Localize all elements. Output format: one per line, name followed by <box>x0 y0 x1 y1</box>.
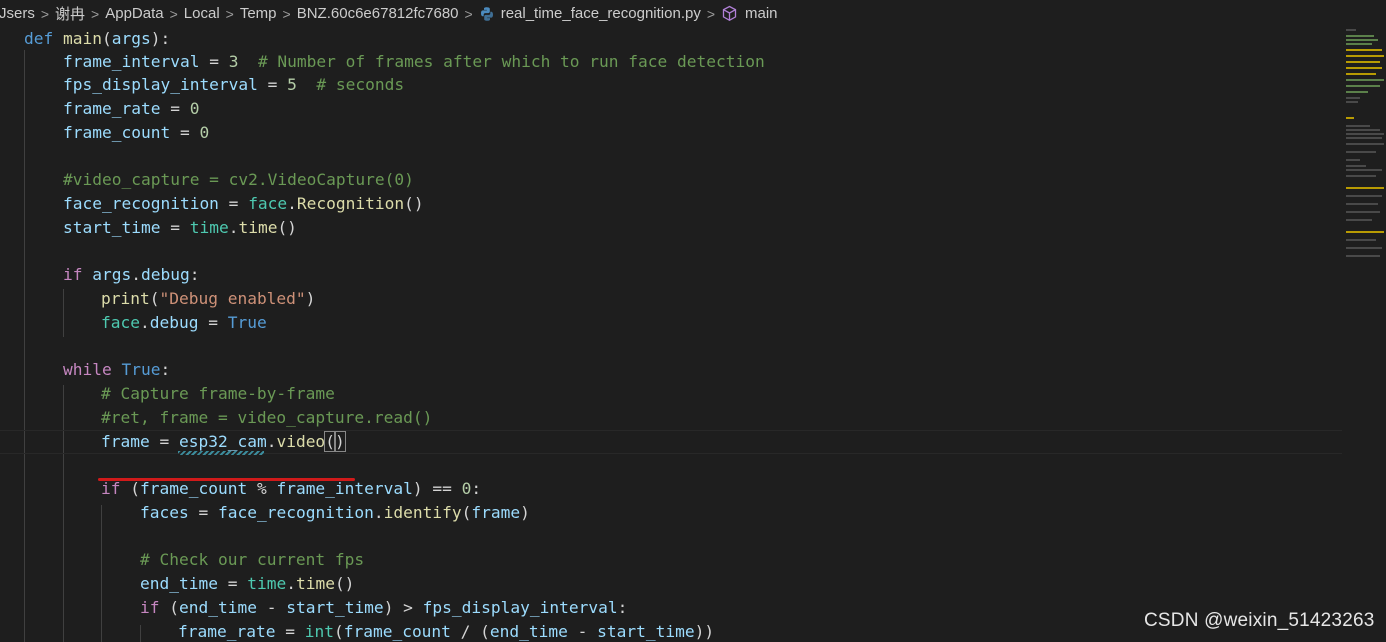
code-line: face.debug = True <box>101 313 267 332</box>
minimap-line <box>1346 159 1360 161</box>
code-line: print("Debug enabled") <box>101 289 316 308</box>
breadcrumb-item-local[interactable]: Local <box>182 5 222 22</box>
watermark: CSDN @weixin_51423263 <box>1144 610 1375 631</box>
minimap-line <box>1346 151 1376 153</box>
code-line: # Capture frame-by-frame <box>101 384 335 403</box>
minimap-line <box>1346 97 1360 99</box>
minimap-line <box>1346 165 1366 167</box>
chevron-right-icon: > <box>40 5 50 22</box>
code-line: if args.debug: <box>63 265 200 284</box>
minimap-line <box>1346 187 1384 189</box>
code-line: #video_capture = cv2.VideoCapture(0) <box>63 170 414 189</box>
code-line: end_time = time.time() <box>140 574 355 593</box>
chevron-right-icon: > <box>282 5 291 22</box>
minimap-line <box>1346 101 1358 103</box>
minimap-line <box>1346 125 1370 127</box>
code-line: # Check our current fps <box>140 550 365 569</box>
code-line: def main(args): <box>24 29 171 48</box>
minimap-line <box>1346 219 1372 221</box>
minimap-line <box>1346 61 1380 63</box>
minimap-line <box>1346 29 1356 31</box>
code-line: #ret, frame = video_capture.read() <box>101 408 433 427</box>
minimap[interactable] <box>1346 27 1386 642</box>
minimap-line <box>1346 195 1382 197</box>
minimap-line <box>1346 73 1376 75</box>
breadcrumb-item-appdata[interactable]: AppData <box>103 5 165 22</box>
code-editor[interactable]: def main(args): frame_interval = 3 # Num… <box>0 27 1342 642</box>
code-line: while True: <box>63 360 171 379</box>
minimap-line <box>1346 169 1382 171</box>
chevron-right-icon: > <box>706 5 716 22</box>
breadcrumb-file[interactable]: real_time_face_recognition.py <box>499 5 703 22</box>
minimap-line <box>1346 211 1380 213</box>
chevron-right-icon: > <box>91 5 100 22</box>
code-line: frame_rate = 0 <box>63 99 200 118</box>
breadcrumb-item-folder[interactable]: BNZ.60c6e67812fc7680 <box>295 5 461 22</box>
code-line: frame_interval = 3 # Number of frames af… <box>63 52 765 71</box>
code-line: frame_count = 0 <box>63 123 210 142</box>
minimap-line <box>1346 239 1376 241</box>
minimap-line <box>1346 117 1354 119</box>
breadcrumb: Jsers > 谢冉 > AppData > Local > Temp > BN… <box>0 0 1383 27</box>
minimap-line <box>1346 133 1384 135</box>
chevron-right-icon: > <box>169 5 178 22</box>
minimap-line <box>1346 85 1380 87</box>
minimap-line <box>1346 255 1380 257</box>
minimap-line <box>1346 203 1378 205</box>
minimap-line <box>1346 129 1380 131</box>
lint-warning-squiggle <box>178 451 264 455</box>
code-line: if (end_time - start_time) > fps_display… <box>140 598 628 617</box>
cube-symbol-icon <box>721 5 738 22</box>
code-line: faces = face_recognition.identify(frame) <box>140 503 530 522</box>
minimap-line <box>1346 67 1382 69</box>
minimap-line <box>1346 43 1372 45</box>
indent-guide <box>63 385 64 642</box>
indent-guide <box>24 50 25 642</box>
breadcrumb-symbol[interactable]: main <box>743 5 780 22</box>
red-annotation-underline <box>98 478 355 481</box>
indent-guide <box>140 625 141 642</box>
minimap-line <box>1346 35 1374 37</box>
breadcrumb-item-user[interactable]: 谢冉 <box>53 3 87 24</box>
indent-guide <box>101 505 102 642</box>
chevron-right-icon: > <box>225 5 234 22</box>
code-line: face_recognition = face.Recognition() <box>63 194 424 213</box>
code-line: frame_rate = int(frame_count / (end_time… <box>178 622 715 641</box>
code-line: start_time = time.time() <box>63 218 297 237</box>
minimap-line <box>1346 49 1382 51</box>
minimap-line <box>1346 91 1368 93</box>
breadcrumb-item-temp[interactable]: Temp <box>238 5 279 22</box>
minimap-line <box>1346 175 1376 177</box>
code-line: fps_display_interval = 5 # seconds <box>63 75 405 94</box>
minimap-line <box>1346 39 1378 41</box>
minimap-line <box>1346 79 1384 81</box>
chevron-right-icon: > <box>464 5 473 22</box>
minimap-line <box>1346 231 1384 233</box>
indent-guide <box>63 289 64 337</box>
minimap-line <box>1346 55 1384 57</box>
minimap-line <box>1346 247 1382 249</box>
minimap-line <box>1346 137 1382 139</box>
breadcrumb-item-users[interactable]: Jsers <box>0 5 37 22</box>
minimap-line <box>1346 143 1384 145</box>
python-icon <box>479 6 495 22</box>
